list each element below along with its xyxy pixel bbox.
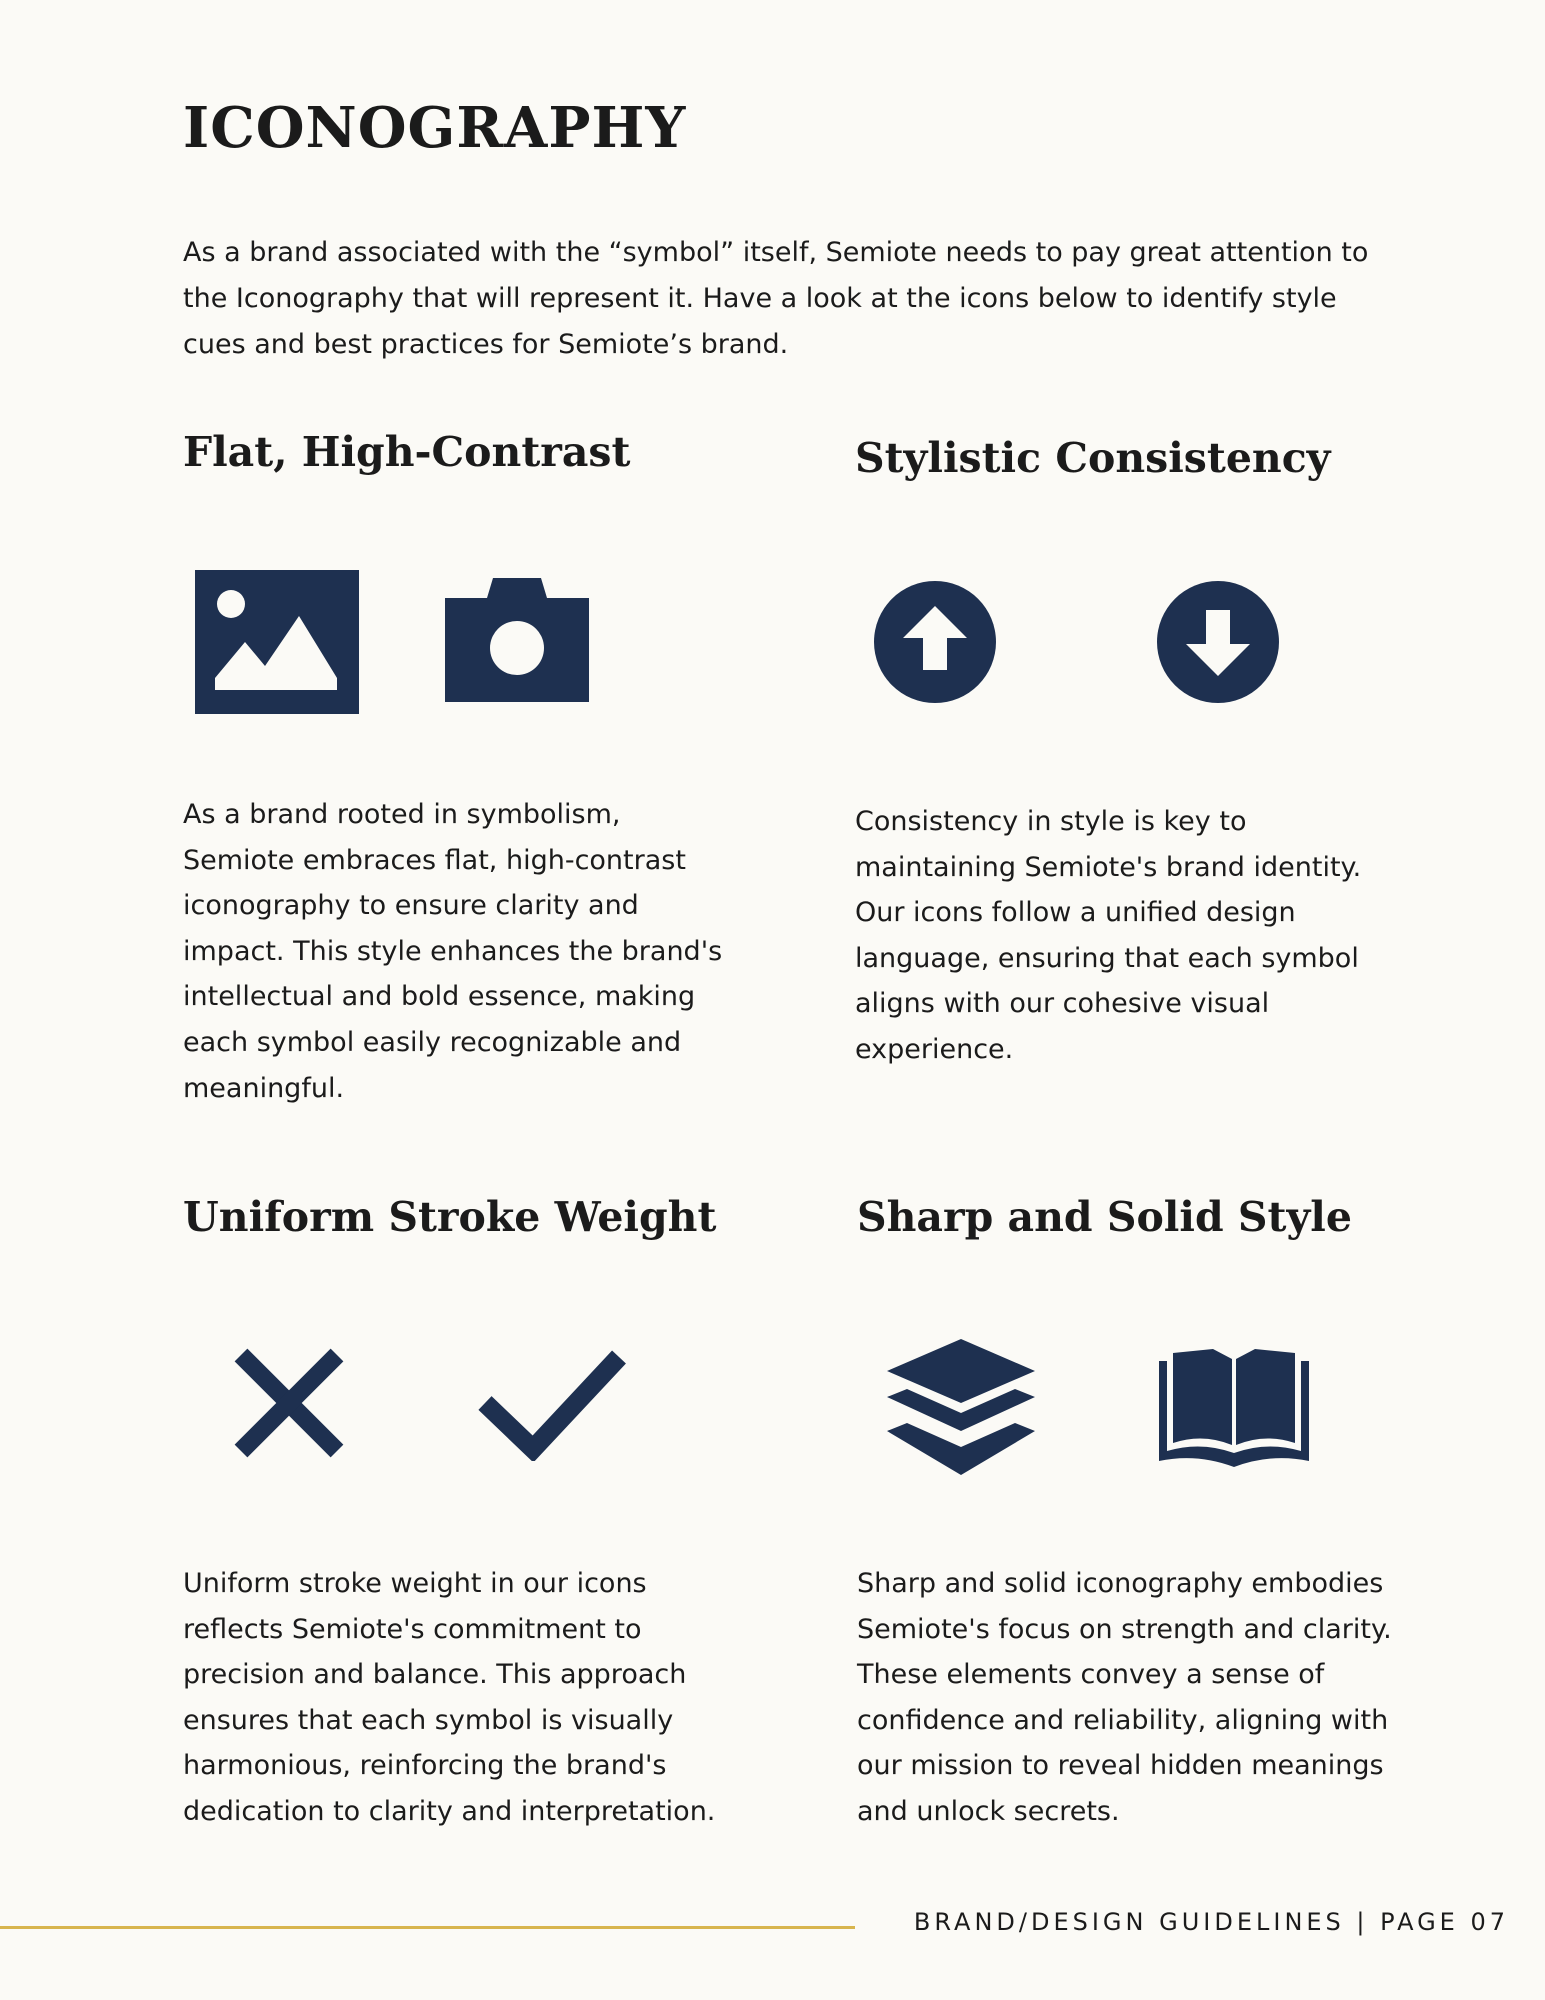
arrow-up-circle-icon [874,581,996,703]
page-title: ICONOGRAPHY [183,95,687,161]
section-heading: Uniform Stroke Weight [183,1193,717,1241]
camera-icon [445,578,589,702]
section-flat-high-contrast: Flat, High-Contrast As a brand rooted in… [183,428,743,1104]
checkmark-icon [478,1350,626,1461]
section-stylistic-consistency: Stylistic Consistency Consistency in sty… [855,434,1415,1065]
section-body: Uniform stroke weight in our icons refle… [183,1568,716,1827]
layers-icon [887,1339,1035,1475]
section-body: Sharp and solid iconography embodies Sem… [857,1568,1392,1827]
image-icon [195,570,359,714]
arrow-down-circle-icon [1157,581,1279,703]
section-sharp-and-solid-style: Sharp and Solid Style Sharp and solid ic… [857,1193,1417,1827]
intro-paragraph: As a brand associated with the “symbol” … [183,237,1369,360]
footer-divider [0,1926,855,1929]
book-icon [1159,1349,1309,1467]
section-body: Consistency in style is key to maintaini… [855,806,1362,1065]
section-heading: Sharp and Solid Style [857,1193,1352,1241]
section-heading: Stylistic Consistency [855,434,1331,482]
footer-page-label: BRAND/DESIGN GUIDELINES | PAGE 07 [913,1908,1509,1936]
close-icon [234,1348,344,1458]
section-body: As a brand rooted in symbolism, Semiote … [183,799,723,1104]
section-uniform-stroke-weight: Uniform Stroke Weight Uniform stroke wei… [183,1193,743,1827]
section-heading: Flat, High-Contrast [183,428,631,476]
